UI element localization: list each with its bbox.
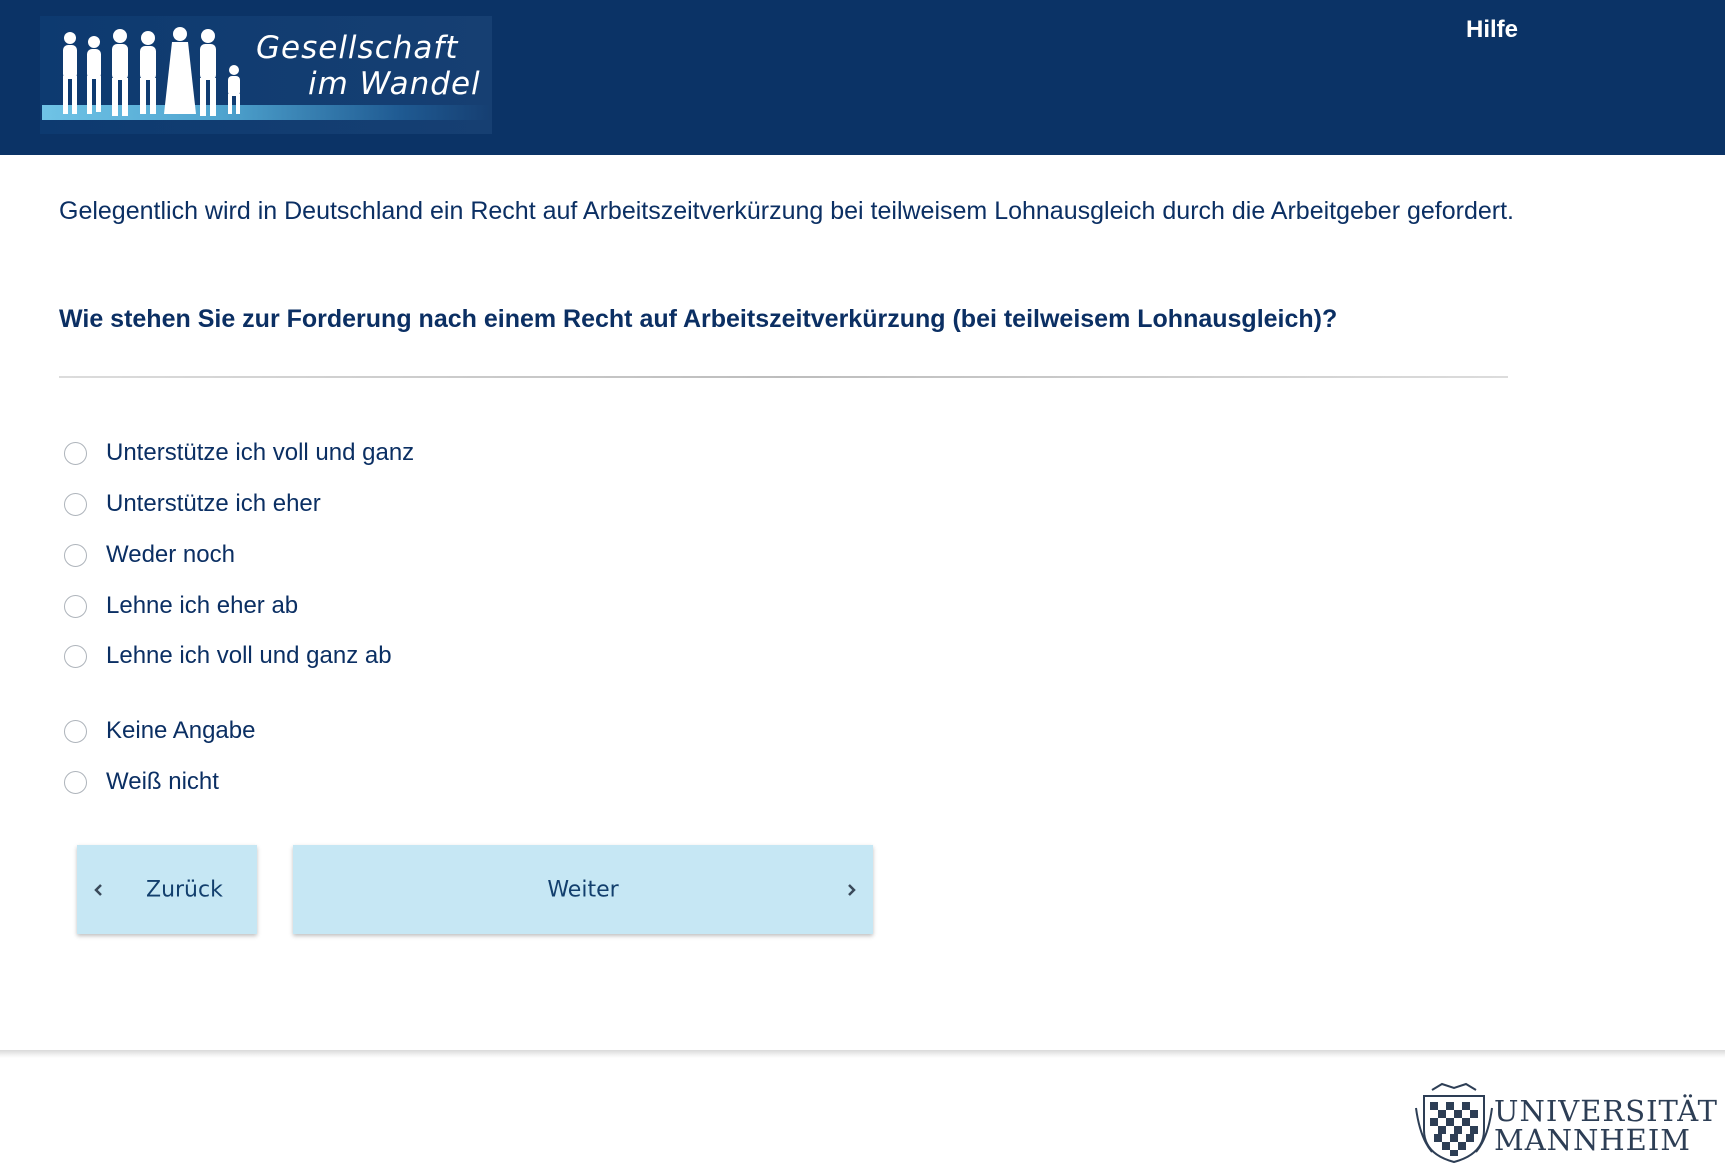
option-label: Weder noch [106,541,235,568]
logo-title-line1: Gesellschaft [256,30,459,66]
footer-separator [0,1050,1725,1058]
option-label: Unterstütze ich eher [106,490,321,517]
option-lehne-voll-ab[interactable]: Lehne ich voll und ganz ab [64,641,392,671]
chevron-right-icon [848,883,856,896]
option-label: Unterstütze ich voll und ganz [106,439,415,466]
option-label: Weiß nicht [106,768,219,795]
people-silhouettes-icon [63,27,240,116]
radio-button[interactable] [64,644,87,668]
divider [59,376,1508,378]
option-unterstuetze-voll[interactable]: Unterstütze ich voll und ganz [64,438,414,468]
gesellschaft-im-wandel-logo: Gesellschaft im Wandel [40,16,492,134]
radio-button[interactable] [64,719,87,743]
university-name-line1: UNIVERSITÄT [1494,1094,1718,1128]
back-button-label: Zurück [146,877,223,902]
back-button[interactable]: Zurück [77,845,257,934]
option-weder-noch[interactable]: Weder noch [64,540,235,570]
option-keine-angabe[interactable]: Keine Angabe [64,716,255,746]
option-label: Lehne ich eher ab [106,592,299,619]
radio-button[interactable] [64,492,87,516]
intro-text: Gelegentlich wird in Deutschland ein Rec… [59,197,1514,225]
option-label: Keine Angabe [106,717,256,744]
radio-button[interactable] [64,441,87,465]
help-link[interactable]: Hilfe [1466,16,1518,44]
radio-button[interactable] [64,543,87,567]
option-weiss-nicht[interactable]: Weiß nicht [64,767,219,797]
option-unterstuetze-eher[interactable]: Unterstütze ich eher [64,489,321,519]
header-bar: Gesellschaft im Wandel Hilfe [0,0,1725,155]
university-name-line2: MANNHEIM [1494,1123,1691,1157]
universitaet-mannheim-logo: UNIVERSITÄT MANNHEIM [1414,1076,1717,1166]
logo-title-line2: im Wandel [308,66,481,102]
radio-button[interactable] [64,770,87,794]
chevron-left-icon [94,883,102,896]
option-label: Lehne ich voll und ganz ab [106,642,392,669]
question-text: Wie stehen Sie zur Forderung nach einem … [59,305,1338,333]
next-button[interactable]: Weiter [293,845,873,934]
next-button-label: Weiter [547,877,619,902]
option-lehne-eher-ab[interactable]: Lehne ich eher ab [64,591,298,621]
university-crest-icon [1415,1082,1493,1164]
radio-button[interactable] [64,594,87,618]
